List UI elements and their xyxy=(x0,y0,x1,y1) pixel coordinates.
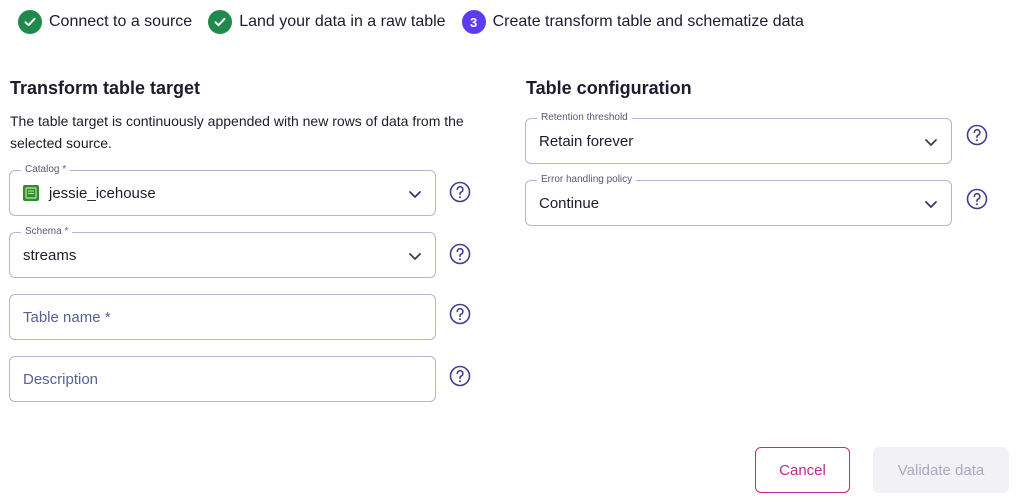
transform-target-description: The table target is continuously appende… xyxy=(10,113,464,151)
retention-threshold-select[interactable]: Retention threshold Retain forever xyxy=(525,111,952,164)
error-policy-value: Continue xyxy=(539,194,600,212)
schema-select[interactable]: Schema * streams xyxy=(9,225,436,278)
step-label: Connect to a source xyxy=(49,13,193,30)
check-icon xyxy=(18,10,42,34)
retention-legend: Retention threshold xyxy=(537,111,632,125)
step-label: Create transform table and schematize da… xyxy=(492,13,804,30)
database-icon xyxy=(23,185,39,201)
table-name-placeholder: Table name * xyxy=(23,308,111,326)
step-land-data: Land your data in a raw table xyxy=(208,10,446,34)
chevron-down-icon xyxy=(925,201,937,208)
chevron-down-icon xyxy=(409,191,421,198)
help-icon[interactable] xyxy=(449,365,471,387)
validate-data-button[interactable]: Validate data xyxy=(873,447,1009,493)
retention-value: Retain forever xyxy=(539,132,634,150)
description-input[interactable]: Description xyxy=(9,356,436,402)
progress-stepper: Connect to a source Land your data in a … xyxy=(18,8,820,36)
help-icon[interactable] xyxy=(449,303,471,325)
chevron-down-icon xyxy=(925,139,937,146)
catalog-value: jessie_icehouse xyxy=(49,184,156,202)
cancel-button[interactable]: Cancel xyxy=(755,447,850,493)
schema-value: streams xyxy=(23,246,77,264)
error-policy-legend: Error handling policy xyxy=(537,173,637,187)
help-icon[interactable] xyxy=(966,188,988,210)
help-icon[interactable] xyxy=(449,181,471,203)
help-icon[interactable] xyxy=(449,243,471,265)
table-configuration-title: Table configuration xyxy=(526,78,692,98)
catalog-select[interactable]: Catalog * jessie_icehouse xyxy=(9,163,436,216)
description-placeholder: Description xyxy=(23,370,99,388)
step-number-badge: 3 xyxy=(461,10,486,34)
table-name-input[interactable]: Table name * xyxy=(9,294,436,340)
chevron-down-icon xyxy=(409,253,421,260)
error-handling-policy-select[interactable]: Error handling policy Continue xyxy=(525,173,952,226)
step-connect-source: Connect to a source xyxy=(18,10,192,34)
schema-legend: Schema * xyxy=(21,225,73,239)
help-icon[interactable] xyxy=(966,124,988,146)
check-icon xyxy=(208,10,233,34)
step-label: Land your data in a raw table xyxy=(239,13,446,30)
step-create-transform: 3 Create transform table and schematize … xyxy=(461,10,804,34)
catalog-legend: Catalog * xyxy=(21,163,71,177)
transform-target-title: Transform table target xyxy=(10,78,201,98)
